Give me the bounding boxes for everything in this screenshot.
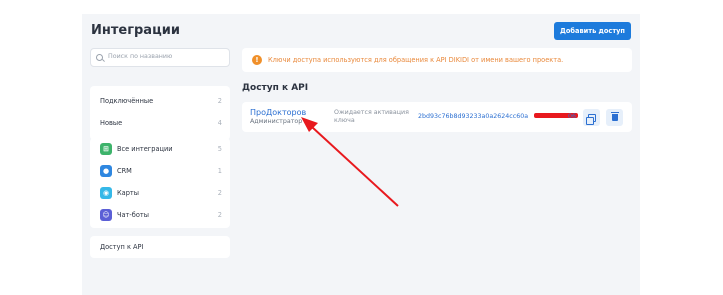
annotation-arrow	[301, 117, 399, 207]
arrow-shaft	[311, 126, 399, 207]
